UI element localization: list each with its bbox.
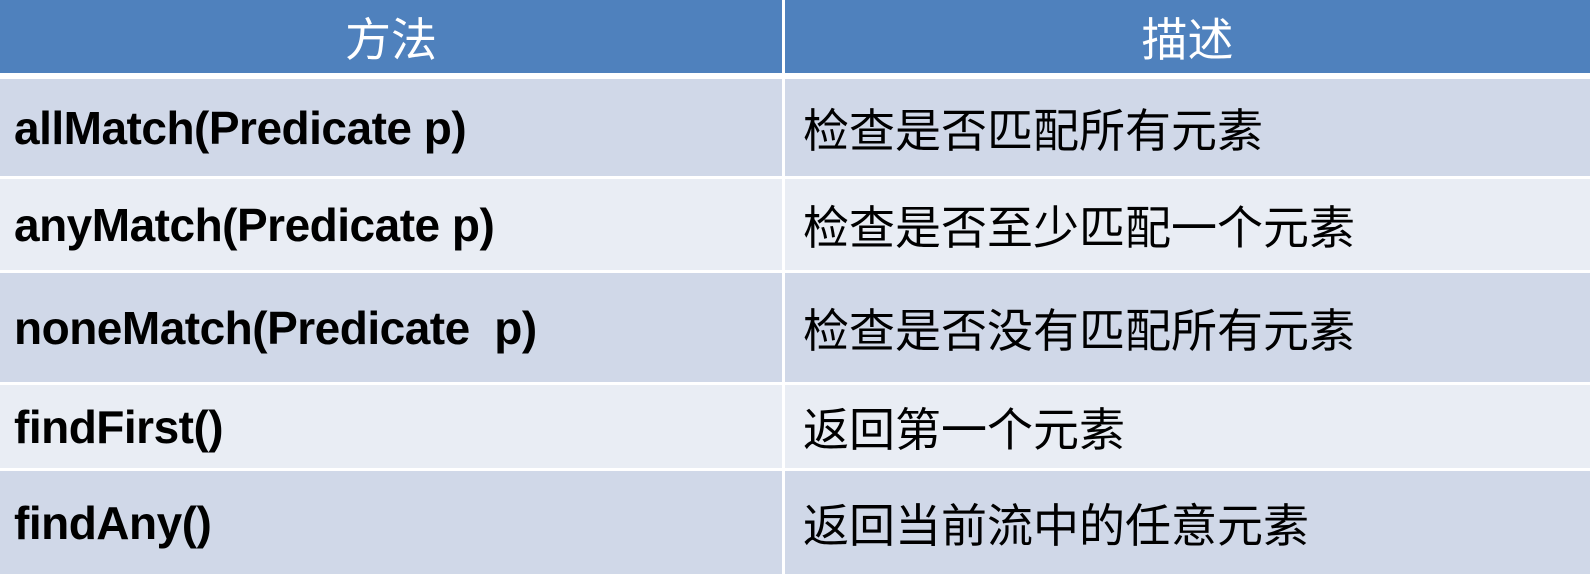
methods-table: 方法 描述 allMatch(Predicate p) 检查是否匹配所有元素 a… <box>0 0 1590 574</box>
description-cell: 检查是否匹配所有元素 <box>785 79 1590 179</box>
description-cell: 返回当前流中的任意元素 <box>785 471 1590 574</box>
method-cell: findFirst() <box>0 385 785 471</box>
header-method: 方法 <box>0 0 785 79</box>
method-cell: findAny() <box>0 471 785 574</box>
method-cell: anyMatch(Predicate p) <box>0 179 785 273</box>
method-cell: allMatch(Predicate p) <box>0 79 785 179</box>
description-cell: 检查是否没有匹配所有元素 <box>785 273 1590 385</box>
description-cell: 返回第一个元素 <box>785 385 1590 471</box>
method-cell: noneMatch(Predicate p) <box>0 273 785 385</box>
header-description: 描述 <box>785 0 1590 79</box>
description-cell: 检查是否至少匹配一个元素 <box>785 179 1590 273</box>
